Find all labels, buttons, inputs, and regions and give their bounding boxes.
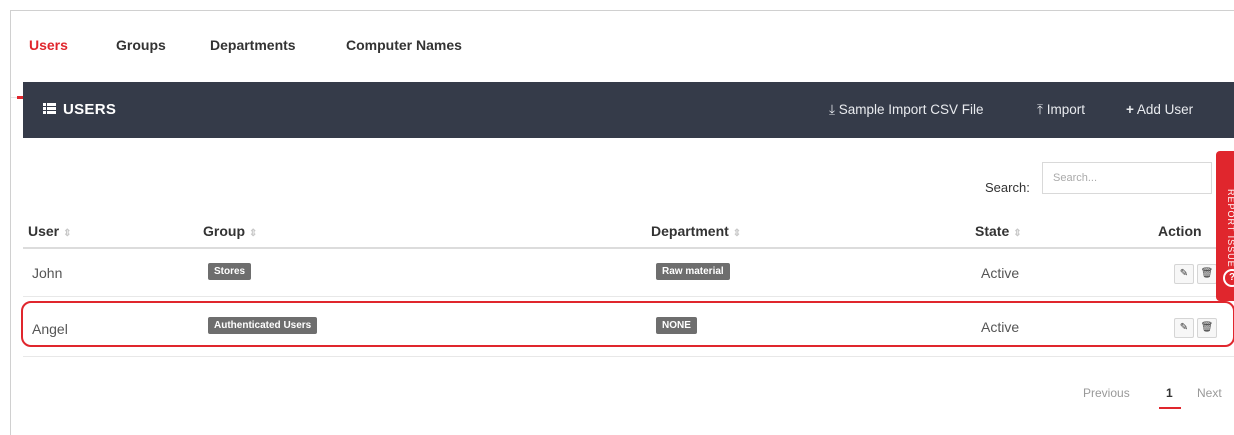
plus-icon: +	[1126, 102, 1134, 117]
sort-icon: ⇕	[63, 228, 72, 239]
user-cell: Angel	[32, 321, 68, 337]
column-header-label: Group	[203, 223, 245, 239]
search-label: Search:	[985, 180, 1030, 195]
delete-icon: 🗑	[1200, 322, 1214, 333]
panel-title: USERS	[43, 101, 116, 118]
report-issue-tab[interactable]: REPORT ISSUE ?	[1216, 151, 1234, 301]
highlight-box	[21, 301, 1234, 347]
edit-button[interactable]: ✎	[1174, 264, 1194, 284]
delete-icon: 🗑	[1200, 268, 1214, 279]
state-cell: Active	[981, 319, 1020, 335]
sample-csv-label: Sample Import CSV File	[838, 102, 984, 117]
pagination-next[interactable]: Next	[1197, 386, 1222, 400]
list-icon	[43, 101, 57, 118]
download-icon: ⤓	[829, 102, 835, 117]
tab-users[interactable]: Users	[29, 37, 68, 53]
add-user-button[interactable]: + Add User	[1126, 102, 1193, 117]
table-header-divider	[23, 247, 1234, 249]
row-divider	[23, 296, 1234, 297]
department-badge: NONE	[656, 317, 697, 334]
delete-button[interactable]: 🗑	[1197, 318, 1217, 338]
column-header-department[interactable]: Department ⇕	[651, 223, 741, 239]
group-badge: Authenticated Users	[208, 317, 318, 334]
import-label: Import	[1046, 102, 1085, 117]
tab-computer-names[interactable]: Computer Names	[346, 37, 462, 53]
edit-icon: ✎	[1179, 268, 1189, 279]
add-user-label: Add User	[1136, 102, 1194, 117]
row-divider	[23, 356, 1234, 357]
edit-button[interactable]: ✎	[1174, 318, 1194, 338]
column-header-user[interactable]: User ⇕	[28, 223, 72, 239]
column-header-group[interactable]: Group ⇕	[203, 223, 257, 239]
delete-button[interactable]: 🗑	[1197, 264, 1217, 284]
sort-icon: ⇕	[1013, 228, 1022, 239]
tab-groups[interactable]: Groups	[116, 37, 166, 53]
users-panel-header: USERS ⤓ Sample Import CSV File ⤒ Import …	[23, 82, 1234, 138]
user-cell: John	[32, 265, 63, 281]
column-header-action: Action	[1158, 223, 1202, 239]
group-badge: Stores	[208, 263, 252, 280]
column-header-label: User	[28, 223, 60, 239]
import-button[interactable]: ⤒ Import	[1037, 102, 1085, 118]
panel-title-text: USERS	[63, 101, 117, 118]
help-icon: ?	[1223, 269, 1234, 287]
upload-icon: ⤒	[1037, 102, 1043, 117]
pagination-page[interactable]: 1	[1166, 386, 1173, 400]
main-frame: Users Groups Departments Computer Names …	[10, 10, 1234, 435]
column-header-state[interactable]: State ⇕	[975, 223, 1022, 239]
column-header-label: Department	[651, 223, 729, 239]
sort-icon: ⇕	[732, 228, 742, 239]
tab-departments[interactable]: Departments	[210, 37, 296, 53]
current-page-indicator	[1159, 407, 1181, 409]
sample-csv-button[interactable]: ⤓ Sample Import CSV File	[829, 102, 984, 118]
state-cell: Active	[981, 265, 1020, 281]
search-input[interactable]	[1042, 162, 1212, 194]
column-header-label: State	[975, 223, 1010, 239]
edit-icon: ✎	[1179, 322, 1189, 333]
department-badge: Raw material	[656, 263, 730, 280]
report-issue-label: REPORT ISSUE	[1226, 189, 1234, 268]
pagination-previous[interactable]: Previous	[1083, 386, 1130, 400]
sort-icon: ⇕	[249, 228, 258, 239]
